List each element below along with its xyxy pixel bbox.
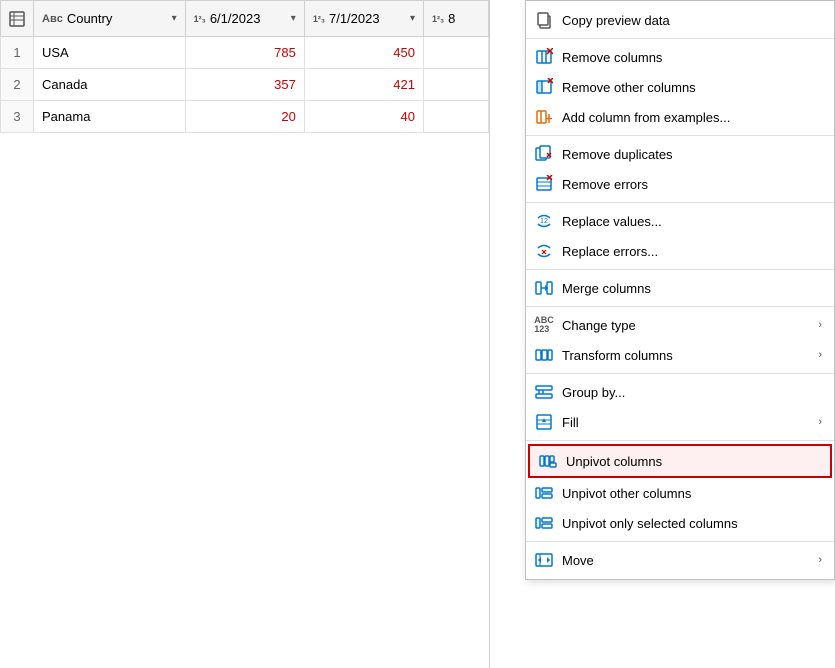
row-number-header — [1, 1, 34, 37]
cell-country-2: Canada — [34, 69, 186, 101]
group-by-icon — [534, 382, 554, 402]
table-icon — [9, 11, 25, 27]
cell-v1-1: 785 — [185, 37, 304, 69]
cell-v1-3: 20 — [185, 101, 304, 133]
transform-columns-label: Transform columns — [562, 348, 810, 363]
cell-v2-1: 450 — [304, 37, 423, 69]
cell-country-3: Panama — [34, 101, 186, 133]
menu-item-fill[interactable]: Fill › — [526, 407, 834, 437]
separator-2 — [526, 135, 834, 136]
remove-duplicates-label: Remove duplicates — [562, 147, 822, 162]
column-header-7-1-2023[interactable]: 1²₃ 7/1/2023 ▾ — [304, 1, 423, 37]
row-num-3: 3 — [1, 101, 34, 133]
copy-icon — [534, 10, 554, 30]
remove-columns-icon — [534, 47, 554, 67]
fill-label: Fill — [562, 415, 810, 430]
replace-errors-icon — [534, 241, 554, 261]
remove-duplicates-icon — [534, 144, 554, 164]
unpivot-other-columns-label: Unpivot other columns — [562, 486, 822, 501]
col-country-label: Country — [67, 11, 113, 26]
move-arrow: › — [818, 554, 822, 566]
separator-1 — [526, 38, 834, 39]
col-61-dropdown[interactable]: ▾ — [291, 13, 296, 24]
table-row: 3 Panama 20 40 — [1, 101, 489, 133]
menu-item-unpivot-other-columns[interactable]: Unpivot other columns — [526, 478, 834, 508]
remove-errors-icon — [534, 174, 554, 194]
menu-item-add-column-examples[interactable]: Add column from examples... — [526, 102, 834, 132]
col-61-label: 6/1/2023 — [210, 11, 261, 26]
separator-4 — [526, 269, 834, 270]
replace-values-icon: 1 2 — [534, 211, 554, 231]
separator-3 — [526, 202, 834, 203]
move-label: Move — [562, 553, 810, 568]
unpivot-selected-columns-label: Unpivot only selected columns — [562, 516, 822, 531]
replace-values-label: Replace values... — [562, 214, 822, 229]
menu-item-unpivot-selected-columns[interactable]: Unpivot only selected columns — [526, 508, 834, 538]
separator-6 — [526, 373, 834, 374]
transform-columns-icon — [534, 345, 554, 365]
unpivot-other-icon — [534, 483, 554, 503]
column-header-country[interactable]: Aʙᴄ Country ▾ — [34, 1, 186, 37]
cell-v3-2 — [423, 69, 488, 101]
remove-other-columns-icon — [534, 77, 554, 97]
data-table: Aʙᴄ Country ▾ 1²₃ 6/1/2023 ▾ — [0, 0, 490, 668]
menu-item-unpivot-columns[interactable]: Unpivot columns — [528, 444, 832, 478]
menu-item-remove-errors[interactable]: Remove errors — [526, 169, 834, 199]
merge-columns-icon — [534, 278, 554, 298]
unpivot-selected-icon — [534, 513, 554, 533]
menu-item-copy-preview[interactable]: Copy preview data — [526, 5, 834, 35]
context-menu: Copy preview data Remove columns — [525, 0, 835, 580]
menu-item-group-by[interactable]: Group by... — [526, 377, 834, 407]
change-type-arrow: › — [818, 319, 822, 331]
remove-errors-label: Remove errors — [562, 177, 822, 192]
menu-item-change-type[interactable]: ABC123 Change type › — [526, 310, 834, 340]
menu-item-replace-errors[interactable]: Replace errors... — [526, 236, 834, 266]
table-row: 1 USA 785 450 — [1, 37, 489, 69]
merge-columns-label: Merge columns — [562, 281, 822, 296]
cell-v2-3: 40 — [304, 101, 423, 133]
menu-item-move[interactable]: Move › — [526, 545, 834, 575]
separator-5 — [526, 306, 834, 307]
remove-columns-label: Remove columns — [562, 50, 822, 65]
menu-item-remove-columns[interactable]: Remove columns — [526, 42, 834, 72]
col-8-label: 8 — [448, 11, 455, 26]
unpivot-columns-label: Unpivot columns — [566, 454, 818, 469]
menu-item-remove-other-columns[interactable]: Remove other columns — [526, 72, 834, 102]
change-type-label: Change type — [562, 318, 810, 333]
column-header-8[interactable]: 1²₃ 8 — [423, 1, 488, 37]
cell-v3-3 — [423, 101, 488, 133]
replace-errors-label: Replace errors... — [562, 244, 822, 259]
separator-7 — [526, 440, 834, 441]
cell-country-1: USA — [34, 37, 186, 69]
separator-8 — [526, 541, 834, 542]
copy-preview-label: Copy preview data — [562, 13, 822, 28]
menu-item-replace-values[interactable]: 1 2 Replace values... — [526, 206, 834, 236]
col-71-dropdown[interactable]: ▾ — [410, 13, 415, 24]
change-type-icon: ABC123 — [534, 315, 554, 335]
col-71-label: 7/1/2023 — [329, 11, 380, 26]
move-icon — [534, 550, 554, 570]
cell-v2-2: 421 — [304, 69, 423, 101]
transform-columns-arrow: › — [818, 349, 822, 361]
menu-item-transform-columns[interactable]: Transform columns › — [526, 340, 834, 370]
column-header-6-1-2023[interactable]: 1²₃ 6/1/2023 ▾ — [185, 1, 304, 37]
table-row: 2 Canada 357 421 — [1, 69, 489, 101]
menu-item-remove-duplicates[interactable]: Remove duplicates — [526, 139, 834, 169]
remove-other-columns-label: Remove other columns — [562, 80, 822, 95]
fill-arrow: › — [818, 416, 822, 428]
add-col-examples-label: Add column from examples... — [562, 110, 822, 125]
row-num-1: 1 — [1, 37, 34, 69]
group-by-label: Group by... — [562, 385, 822, 400]
unpivot-icon — [538, 451, 558, 471]
col-country-dropdown[interactable]: ▾ — [172, 13, 177, 24]
menu-item-merge-columns[interactable]: Merge columns — [526, 273, 834, 303]
svg-text:2: 2 — [544, 218, 548, 225]
cell-v1-2: 357 — [185, 69, 304, 101]
cell-v3-1 — [423, 37, 488, 69]
row-num-2: 2 — [1, 69, 34, 101]
fill-icon — [534, 412, 554, 432]
add-column-examples-icon — [534, 107, 554, 127]
